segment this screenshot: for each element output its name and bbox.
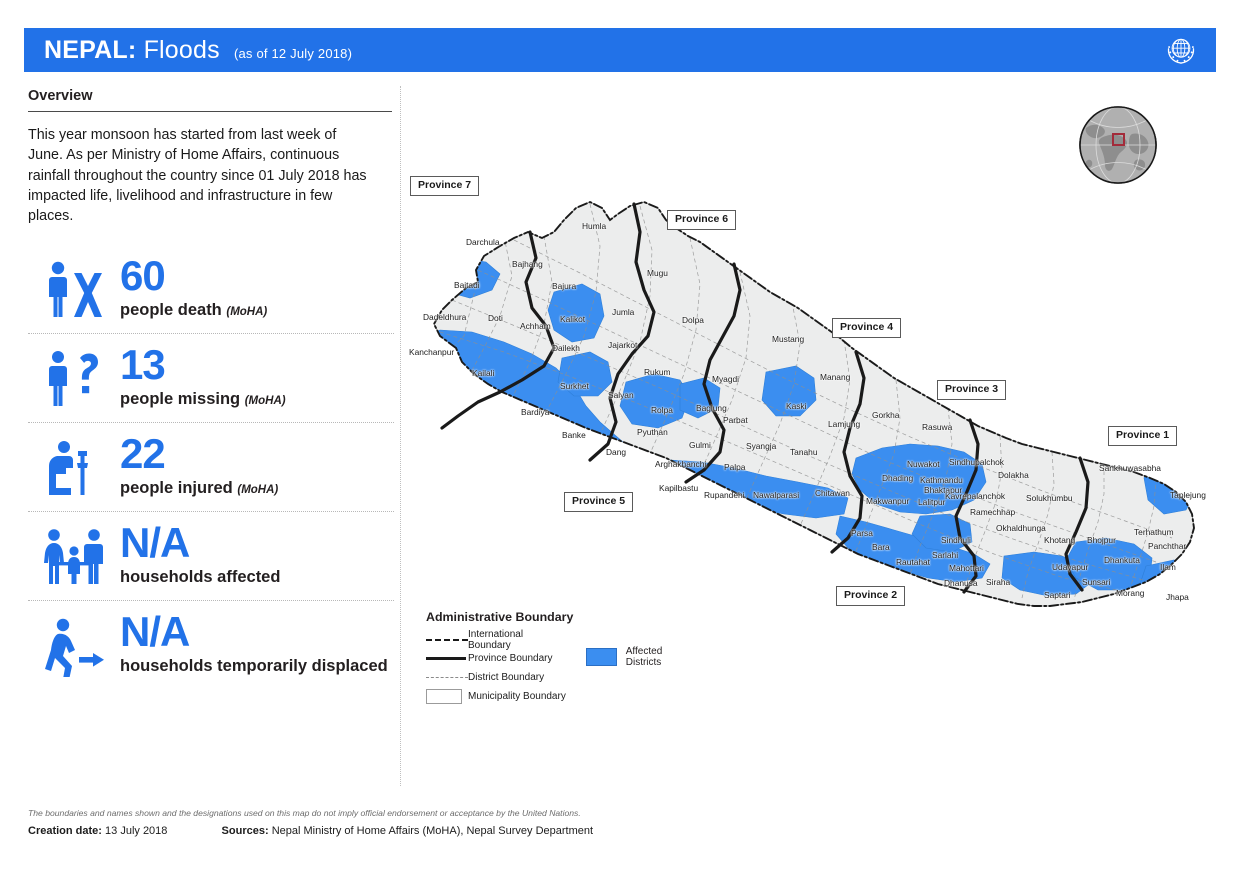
province-label-box: Province 2	[836, 586, 906, 606]
statistics-list: 60 people death (MoHA) 13 people missing…	[28, 245, 394, 689]
sidebar: Overview This year monsoon has started f…	[28, 88, 394, 689]
sources-label: Sources:	[221, 825, 269, 837]
footer: The boundaries and names shown and the d…	[28, 808, 1208, 837]
title-asof: (as of 12 July 2018)	[233, 45, 353, 61]
stat-label-households-affected: households affected	[120, 568, 281, 587]
municipality-boundary-box-icon	[426, 689, 468, 704]
stat-value-deaths: 60	[120, 252, 166, 300]
affected-district-label: Affected Districts	[625, 646, 663, 668]
map-disclaimer: The boundaries and names shown and the d…	[28, 808, 581, 818]
overview-text: This year monsoon has started from last …	[28, 127, 367, 225]
map-panel: Darchula Bajhang Baitadi Bajura Humla Mugu Dad…	[404, 86, 1216, 786]
stat-body-missing: 13 people missing (MoHA)	[120, 344, 286, 410]
stat-value-missing: 13	[120, 341, 166, 389]
sources-value: Nepal Ministry of Home Affairs (MoHA), N…	[271, 825, 594, 837]
stat-body-injured: 22 people injured (MoHA)	[120, 433, 278, 499]
stat-row-deaths: 60 people death (MoHA)	[28, 245, 394, 335]
district-boundary-line-icon	[426, 677, 468, 678]
creation-date-label: Creation date:	[28, 825, 102, 837]
province-label-box: Province 3	[937, 380, 1007, 400]
stat-row-households-affected: N/A households affected	[28, 512, 394, 602]
legend-item-municipality: Municipality Boundary	[426, 687, 568, 706]
stat-value-injured: 22	[120, 430, 166, 478]
footer-credits: Creation date: 13 July 2018 Sources: Nep…	[28, 825, 1208, 837]
stat-body-households-affected: N/A households affected	[120, 522, 280, 588]
family-icon	[28, 522, 120, 588]
intl-boundary-line-icon	[426, 638, 468, 641]
legend-item-affected-districts: Affected Districts	[585, 646, 696, 668]
header-bar: NEPAL: Floods (as of 12 July 2018)	[24, 28, 1216, 72]
legend-item-district: District Boundary	[426, 668, 568, 687]
legend-item-province: Province Boundary	[426, 649, 568, 668]
stat-label-deaths: people death (MoHA)	[120, 301, 268, 320]
person-injured-icon	[28, 433, 120, 499]
overview-heading: Overview	[28, 88, 93, 104]
un-emblem-icon	[1167, 38, 1195, 64]
affected-district-swatch	[585, 648, 617, 666]
creation-date-value: 13 July 2018	[105, 825, 168, 837]
legend-title: Administrative Boundary	[426, 610, 574, 624]
infographic-page: NEPAL: Floods (as of 12 July 2018) Overv…	[0, 0, 1240, 869]
province-label-box: Province 5	[564, 492, 634, 512]
page-title: NEPAL: Floods (as of 12 July 2018)	[44, 36, 352, 65]
person-death-icon	[28, 255, 120, 321]
person-missing-icon	[28, 344, 120, 410]
person-displaced-icon	[28, 611, 120, 678]
stat-value-households-displaced: N/A	[120, 608, 190, 656]
stat-source-missing: (MoHA)	[244, 395, 286, 408]
stat-source-deaths: (MoHA)	[226, 306, 268, 319]
province-boundary-line-icon	[426, 656, 468, 661]
stat-label-households-displaced: households temporarily displaced	[120, 657, 388, 676]
title-hazard: Floods	[143, 35, 220, 64]
sidebar-map-divider	[400, 86, 401, 786]
legend-item-international: International Boundary	[426, 629, 568, 651]
stat-source-injured: (MoHA)	[237, 484, 279, 497]
stat-value-households-affected: N/A	[120, 519, 190, 567]
map-legend: Administrative Boundary International Bo…	[426, 610, 696, 706]
stat-row-missing: 13 people missing (MoHA)	[28, 334, 394, 424]
stat-row-households-displaced: N/A households temporarily displaced	[28, 601, 394, 689]
province-label-box: Province 6	[667, 210, 737, 230]
stat-row-injured: 22 people injured (MoHA)	[28, 423, 394, 513]
province-label-box: Province 4	[832, 318, 902, 338]
province-label-box: Province 1	[1108, 426, 1178, 446]
province-label-box: Province 7	[410, 176, 480, 196]
stat-body-households-displaced: N/A households temporarily displaced	[120, 611, 388, 677]
stat-body-deaths: 60 people death (MoHA)	[120, 255, 267, 321]
stat-label-missing: people missing (MoHA)	[120, 390, 286, 409]
title-country: NEPAL:	[44, 35, 137, 64]
overview-divider	[28, 111, 392, 112]
stat-label-injured: people injured (MoHA)	[120, 479, 279, 498]
